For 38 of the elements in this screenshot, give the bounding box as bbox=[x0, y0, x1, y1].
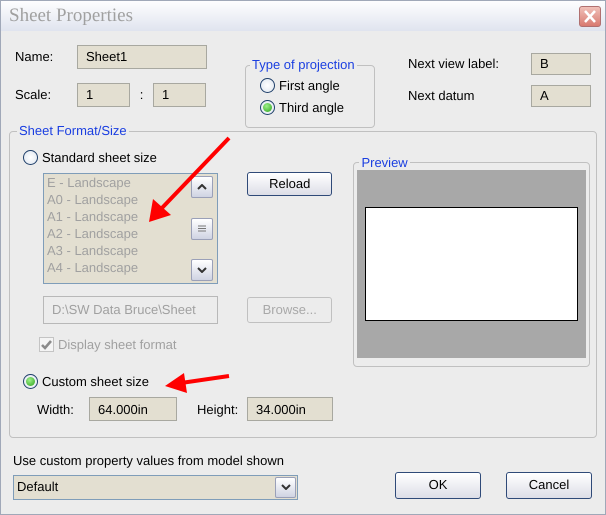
scale-denominator-field[interactable]: 1 bbox=[153, 83, 206, 107]
ok-button[interactable]: OK bbox=[395, 472, 481, 499]
radio-label: Third angle bbox=[279, 100, 344, 116]
radio-label: Standard sheet size bbox=[42, 150, 157, 166]
grip-icon bbox=[198, 225, 206, 232]
scale-numerator-field[interactable]: 1 bbox=[77, 83, 130, 107]
arrow-annotation bbox=[165, 373, 230, 393]
height-field[interactable]: 34.000in bbox=[247, 397, 333, 422]
chevron-up-icon bbox=[197, 184, 207, 190]
height-label: Height: bbox=[197, 402, 240, 418]
group-title: Preview bbox=[359, 154, 410, 170]
group-title: Type of projection bbox=[250, 57, 357, 72]
scroll-thumb[interactable] bbox=[191, 218, 213, 240]
next-view-label-field[interactable]: B bbox=[531, 53, 591, 75]
radio-label: First angle bbox=[279, 78, 340, 94]
next-datum-label: Next datum bbox=[408, 88, 476, 104]
width-field[interactable]: 64.000in bbox=[89, 397, 177, 422]
close-icon bbox=[583, 10, 597, 22]
scroll-down-button[interactable] bbox=[191, 259, 213, 282]
name-field[interactable]: Sheet1 bbox=[77, 45, 207, 69]
next-view-label-label: Next view label: bbox=[408, 56, 500, 72]
reload-button[interactable]: Reload bbox=[247, 172, 332, 196]
radio-label: Custom sheet size bbox=[42, 374, 149, 390]
cancel-button[interactable]: Cancel bbox=[506, 472, 592, 499]
group-title: Sheet Format/Size bbox=[17, 123, 129, 138]
chevron-down-icon bbox=[197, 267, 207, 274]
scale-separator: : bbox=[138, 87, 144, 103]
checkbox-label: Display sheet format bbox=[58, 337, 176, 353]
close-button[interactable] bbox=[579, 6, 601, 26]
next-datum-field[interactable]: A bbox=[531, 85, 591, 107]
custom-property-label: Use custom property values from model shown bbox=[13, 453, 285, 469]
width-label: Width: bbox=[37, 402, 75, 418]
scale-label: Scale: bbox=[15, 87, 52, 103]
chevron-down-icon bbox=[280, 484, 290, 490]
name-label: Name: bbox=[15, 49, 54, 65]
window-title: Sheet Properties bbox=[9, 4, 134, 28]
model-dropdown[interactable]: Default bbox=[13, 474, 298, 500]
scroll-up-button[interactable] bbox=[191, 176, 213, 198]
